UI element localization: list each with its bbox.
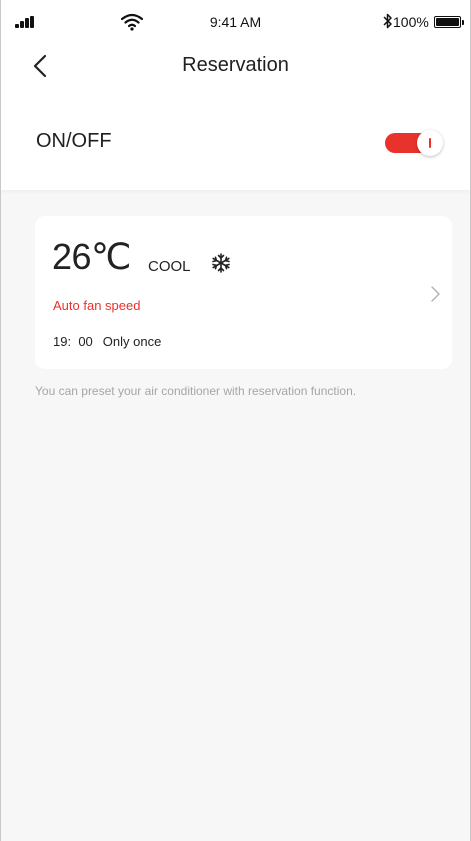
schedule-repeat: Only once bbox=[102, 334, 162, 349]
reservation-hint: You can preset your air conditioner with… bbox=[35, 384, 357, 398]
fan-speed-label: Auto fan speed bbox=[53, 298, 141, 313]
mode-label: COOL bbox=[148, 258, 191, 275]
page-title: Reservation bbox=[182, 54, 289, 76]
temperature-value: 26℃ bbox=[52, 236, 131, 277]
status-bar: 9:41 AM 100% bbox=[1, 0, 470, 44]
schedule-hour: 19 bbox=[53, 334, 68, 349]
power-label: ON/OFF bbox=[36, 130, 112, 152]
reservation-card[interactable]: 26℃ COOL Auto fan speed 19: 00 Only once bbox=[35, 216, 452, 369]
power-toggle[interactable] bbox=[385, 130, 443, 156]
schedule-separator: : bbox=[67, 334, 72, 349]
schedule-info: 19: 00 Only once bbox=[53, 334, 161, 349]
battery-percentage: 100% bbox=[393, 14, 429, 30]
battery-icon bbox=[434, 16, 464, 28]
schedule-minute: 00 bbox=[78, 334, 93, 349]
bluetooth-icon bbox=[383, 13, 392, 29]
phone-screen: 9:41 AM 100% Reservation ON/OFF 26℃ COOL bbox=[0, 0, 471, 841]
navigation-bar: Reservation bbox=[1, 44, 470, 100]
chevron-right-icon bbox=[431, 286, 440, 302]
power-row: ON/OFF bbox=[1, 100, 470, 190]
snowflake-icon bbox=[212, 253, 230, 273]
